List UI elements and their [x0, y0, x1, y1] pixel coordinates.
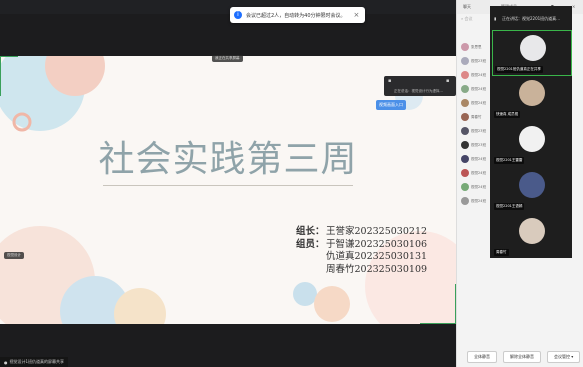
members-label: 组员：: [296, 238, 325, 250]
list-item[interactable]: 视觉24班: [461, 194, 493, 208]
avatar: [461, 71, 469, 79]
mic-icon: ▮: [494, 16, 497, 21]
speaking-header: ▮ 正在讲话：视觉2201班仇道真...: [490, 6, 572, 28]
info-icon: i: [234, 11, 242, 19]
list-item[interactable]: 周春竹: [461, 110, 493, 124]
tile-name: 快速真 成员视: [494, 111, 521, 118]
avatar: [461, 113, 469, 121]
tab-chat[interactable]: 聊天: [463, 4, 471, 10]
presentation-slide: 社会实践第三周 组长：王誉家202325030212 组员：于智谦2023250…: [0, 56, 456, 324]
list-item[interactable]: 视觉24班: [461, 180, 493, 194]
list-item[interactable]: 视觉23班: [461, 138, 493, 152]
member-name: 周春竹: [471, 114, 482, 119]
video-tile[interactable]: 视觉2201王语嫣: [492, 168, 570, 212]
member-name: 仇道真202325030131: [326, 251, 428, 262]
avatar: [461, 141, 469, 149]
slide-decoration: [0, 56, 456, 324]
avatar: [461, 43, 469, 51]
speaker-control-box[interactable]: ▪ ▪ 正在说话：视觉设计行为虚拟...: [384, 76, 456, 96]
leader-label: 组长：: [296, 226, 325, 237]
avatar: [461, 57, 469, 65]
more-icon[interactable]: ▪: [446, 78, 449, 84]
member-name: 周春竹202325030109: [326, 263, 428, 275]
close-icon[interactable]: ×: [354, 11, 360, 19]
list-item[interactable]: 视觉24班: [461, 68, 493, 82]
speaking-text: 正在讲话：视觉2201班仇道真...: [502, 16, 560, 21]
member-name: 视觉24班: [471, 156, 486, 161]
video-tile[interactable]: 视觉2201班仇道真正在共享: [492, 30, 572, 76]
unmute-all-button[interactable]: 解除全体静音: [503, 351, 541, 363]
mute-all-button[interactable]: 全体静音: [467, 351, 497, 363]
slide-divider: [103, 185, 353, 186]
sharing-tag: 我正在共享屏幕: [212, 55, 243, 62]
search-input[interactable]: ⌕ 会议: [461, 16, 491, 24]
share-owner-text: 视觉设计1班仇道真的屏幕共享: [9, 359, 65, 364]
panel-actions: 全体静音 解除全体静音 会议管控 ▾: [467, 351, 581, 363]
video-gallery: ▮ 正在讲话：视觉2201班仇道真... 视觉2201班仇道真正在共享 快速真 …: [490, 6, 572, 258]
avatar: [520, 35, 546, 61]
tile-name: 周春竹: [494, 249, 509, 256]
leader-name: 王誉家202325030212: [326, 226, 428, 237]
close-icon[interactable]: ×: [572, 4, 575, 9]
left-user-tag: 视觉设计: [4, 252, 24, 259]
window-top-bar: [0, 0, 456, 14]
avatar: [519, 126, 545, 152]
list-item[interactable]: 视觉23班: [461, 54, 493, 68]
member-name: 视觉24班: [471, 198, 486, 203]
avatar: [461, 99, 469, 107]
time-limit-notice: i 会议已超过2人，自动转为40分钟限时会议。 ×: [230, 7, 366, 23]
avatar: [461, 197, 469, 205]
member-name: 视觉23班: [471, 58, 486, 63]
list-item[interactable]: 张思思: [461, 40, 493, 54]
search-icon: ⌕: [461, 16, 464, 21]
member-name: 张思思: [471, 44, 482, 49]
notice-text: 会议已超过2人，自动转为40分钟限时会议。: [246, 12, 346, 19]
member-name: 视觉24班: [471, 184, 486, 189]
member-name: 视觉23班: [471, 128, 486, 133]
slide-title: 社会实践第三周: [98, 139, 358, 180]
video-tile[interactable]: 快速真 成员视: [492, 76, 570, 120]
list-item[interactable]: 视觉24班: [461, 82, 493, 96]
member-name: 视觉23班: [471, 142, 486, 147]
member-name: 视觉24班: [471, 100, 486, 105]
team-list: 组长：王誉家202325030212 组员：于智谦202325030106 仇道…: [296, 226, 427, 276]
member-name: 视觉24班: [471, 86, 486, 91]
mic-icon: ●: [4, 359, 8, 365]
tile-name: 视觉2201班仇道真正在共享: [495, 66, 543, 73]
shared-screen-stage: 社会实践第三周 组长：王誉家202325030212 组员：于智谦2023250…: [0, 14, 456, 367]
member-list: 张思思 视觉23班 视觉24班 视觉24班 视觉24班 周春竹 视觉23班 视觉…: [461, 40, 493, 208]
share-owner-label: ● 视觉设计1班仇道真的屏幕共享: [0, 357, 69, 367]
list-item[interactable]: 视觉24班: [461, 152, 493, 166]
video-tile[interactable]: 周春竹: [492, 214, 570, 258]
mic-icon: ▪: [388, 78, 392, 84]
avatar: [461, 183, 469, 191]
avatar: [461, 169, 469, 177]
meeting-control-button[interactable]: 会议管控 ▾: [547, 351, 581, 363]
search-placeholder: 会议: [464, 16, 473, 21]
video-entry-button[interactable]: 视频画面入口: [376, 100, 406, 110]
speaker-text: 正在说话：视觉设计行为虚拟...: [394, 89, 443, 93]
avatar: [519, 172, 545, 198]
avatar: [461, 155, 469, 163]
member-name: 视觉24班: [471, 72, 486, 77]
video-tile[interactable]: 视觉2201王雷雷: [492, 122, 570, 166]
tile-name: 视觉2201王雷雷: [494, 157, 525, 164]
avatar: [461, 85, 469, 93]
member-name: 视觉24班: [471, 170, 486, 175]
list-item[interactable]: 视觉24班: [461, 96, 493, 110]
list-item[interactable]: 视觉24班: [461, 166, 493, 180]
avatar: [519, 218, 545, 244]
avatar: [461, 127, 469, 135]
tile-name: 视觉2201王语嫣: [494, 203, 525, 210]
member-name: 于智谦202325030106: [326, 238, 428, 250]
avatar: [519, 80, 545, 106]
list-item[interactable]: 视觉23班: [461, 124, 493, 138]
